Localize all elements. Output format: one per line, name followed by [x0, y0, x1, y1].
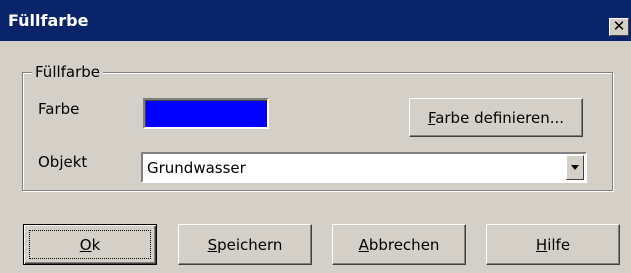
define-color-button[interactable]: Farbe definieren...: [409, 98, 583, 137]
save-button[interactable]: Speichern: [178, 224, 312, 265]
title-bar: Füllfarbe ✕: [0, 0, 631, 41]
cancel-accel: A: [358, 235, 369, 254]
cancel-label: bbrechen: [368, 235, 440, 254]
objekt-dropdown-value: Grundwasser: [147, 159, 246, 177]
close-button[interactable]: ✕: [609, 18, 629, 36]
objekt-label: Objekt: [38, 153, 88, 171]
cancel-button[interactable]: Abbrechen: [332, 224, 466, 265]
help-label: ilfe: [547, 235, 571, 254]
fuellfarbe-dialog: Füllfarbe ✕ Füllfarbe Farbe Farbe defini…: [0, 0, 631, 273]
save-accel: S: [207, 235, 218, 254]
objekt-dropdown[interactable]: Grundwasser: [141, 152, 587, 183]
farbe-label: Farbe: [38, 100, 80, 118]
color-swatch-fill: [145, 100, 267, 127]
define-color-label: arbe definieren...: [435, 108, 565, 127]
dialog-title: Füllfarbe: [8, 11, 89, 30]
close-icon: ✕: [612, 17, 626, 35]
chevron-down-icon[interactable]: [566, 155, 584, 180]
ok-button[interactable]: Ok: [23, 224, 157, 265]
save-label: peichern: [217, 235, 283, 254]
help-button[interactable]: Hilfe: [486, 224, 620, 265]
help-accel: H: [535, 235, 548, 254]
groupbox-legend: Füllfarbe: [32, 63, 104, 81]
focus-rect: [29, 230, 151, 259]
color-swatch[interactable]: [143, 98, 269, 129]
